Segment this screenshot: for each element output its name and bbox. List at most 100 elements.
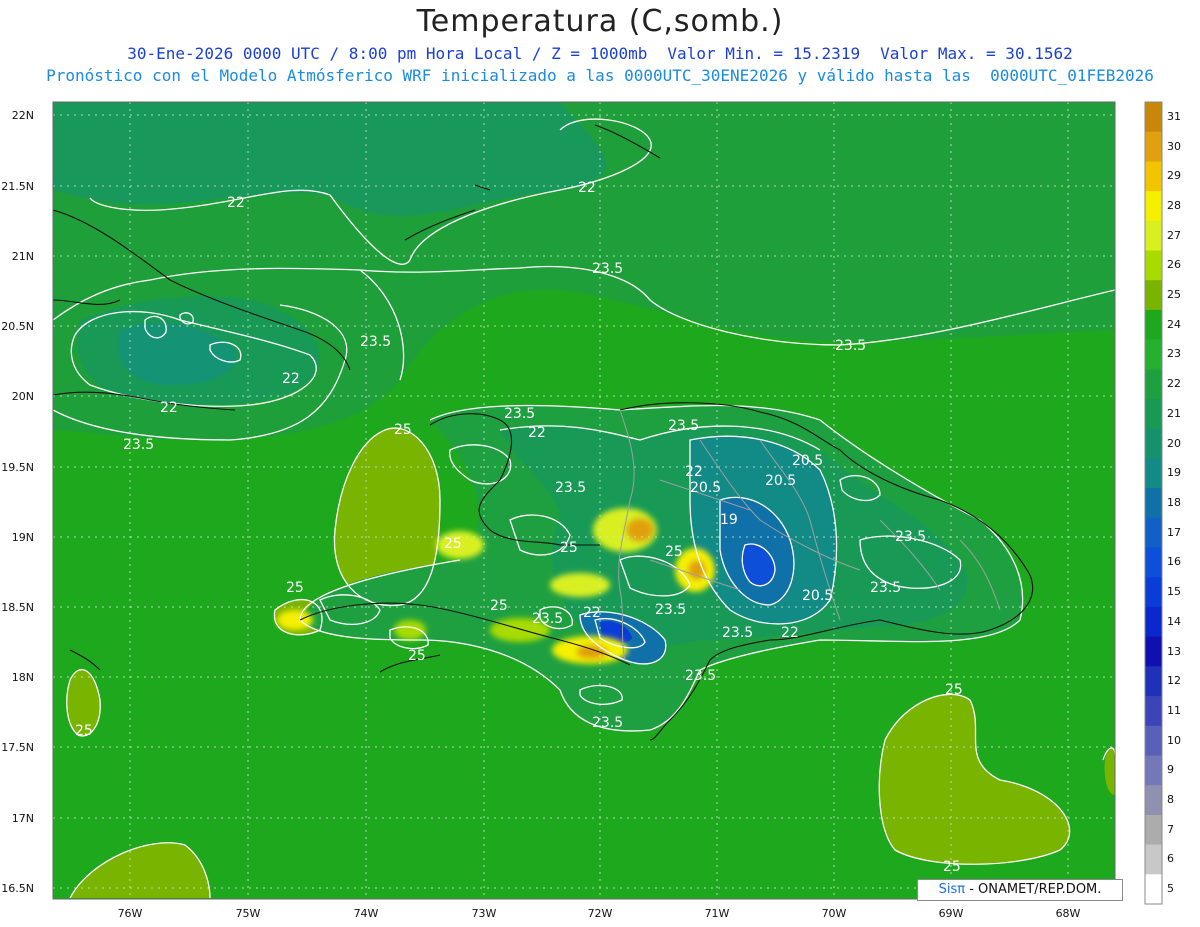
colorbar-swatch: [1145, 577, 1162, 608]
contour-label: 23.5: [123, 437, 154, 453]
colorbar-swatch: [1145, 666, 1162, 697]
colorbar-swatch: [1145, 785, 1162, 816]
contour-label: 20.5: [690, 480, 721, 496]
colorbar-label: 17: [1167, 525, 1181, 539]
contour-label: 23.5: [655, 602, 686, 618]
colorbar-label: 29: [1167, 169, 1181, 183]
colorbar-label: 21: [1167, 406, 1181, 420]
colorbar-label: 31: [1167, 109, 1181, 123]
colorbar-swatch: [1145, 458, 1162, 489]
lon-label: 73W: [471, 907, 497, 920]
contour-label: 25: [394, 422, 412, 438]
contour-label: 22: [685, 464, 703, 480]
lat-label: 20.5N: [1, 320, 34, 333]
contour-label: 23.5: [870, 580, 901, 596]
colorbar-swatch: [1145, 696, 1162, 727]
lat-label: 21N: [11, 250, 34, 263]
colorbar-swatch: [1145, 488, 1162, 519]
contour-label: 23.5: [504, 406, 535, 422]
colorbar-label: 16: [1167, 555, 1181, 569]
colorbar-swatch: [1145, 339, 1162, 370]
colorbar-swatch: [1145, 725, 1162, 756]
lat-label: 18.5N: [1, 601, 34, 614]
colorbar-label: 6: [1167, 852, 1174, 866]
colorbar-label: 20: [1167, 436, 1181, 450]
contour-label: 23.5: [668, 418, 699, 434]
contour-label: 22: [781, 625, 799, 641]
contour-label: 23.5: [360, 334, 391, 350]
colorbar-label: 25: [1167, 288, 1181, 302]
colorbar-label: 28: [1167, 198, 1181, 212]
lon-label: 70W: [821, 907, 847, 920]
colorbar-swatch: [1145, 874, 1162, 905]
colorbar-label: 27: [1167, 228, 1181, 242]
contour-label: 25: [943, 859, 961, 875]
temperature-map: 22 22 23.5 23.5 23.5 22 22 23.5 25 23.5 …: [52, 101, 1163, 905]
lon-label: 68W: [1055, 907, 1081, 920]
colorbar-label: 12: [1167, 674, 1181, 688]
colorbar-swatch: [1145, 309, 1162, 341]
colorbar-label: 19: [1167, 466, 1181, 480]
contour-label: 19: [720, 512, 738, 528]
contour-label: 25: [665, 544, 683, 560]
colorbar-swatch: [1145, 517, 1162, 549]
colorbar-swatch: [1145, 844, 1162, 875]
contour-label: 25: [75, 723, 93, 739]
colorbar-swatch: [1145, 250, 1162, 281]
contour-label: 23.5: [592, 715, 623, 731]
contour-label: 22: [528, 425, 546, 441]
colorbar-label: 8: [1167, 793, 1174, 807]
colorbar-swatch: [1145, 606, 1162, 638]
contour-label: 23.5: [722, 625, 753, 641]
colorbar-swatch: [1145, 369, 1162, 400]
colorbar-label: 15: [1167, 585, 1181, 599]
colorbar-label: 13: [1167, 644, 1181, 658]
lon-label: 71W: [704, 907, 730, 920]
hot-spot-westtip: [277, 610, 313, 630]
colorbar-label: 11: [1167, 703, 1181, 717]
contour-label: 25: [444, 536, 462, 552]
colorbar-swatch: [1145, 191, 1162, 222]
colorbar-swatch: [1145, 131, 1162, 162]
colorbar-label: 22: [1167, 377, 1181, 391]
contour-label: 25: [490, 598, 508, 614]
contour-label: 22: [583, 605, 601, 621]
colorbar-label: 30: [1167, 139, 1181, 153]
colorbar-swatch: [1145, 102, 1162, 133]
contour-label: 25: [408, 648, 426, 664]
colorbar-label: 14: [1167, 614, 1181, 628]
colorbar-swatch: [1145, 547, 1162, 578]
contour-label: 23.5: [555, 480, 586, 496]
colorbar-swatch: [1145, 161, 1162, 192]
colorbar-label: 10: [1167, 733, 1181, 747]
lat-label: 22N: [11, 109, 34, 122]
hot-spot-center: [550, 573, 610, 597]
lon-label: 75W: [235, 907, 261, 920]
colorbar-swatch: [1145, 399, 1162, 430]
contour-label: 23.5: [532, 611, 563, 627]
colorbar-swatch: [1145, 220, 1162, 252]
contour-label: 23.5: [835, 338, 866, 354]
colorbar-label: 23: [1167, 347, 1181, 361]
contour-label: 25: [286, 580, 304, 596]
lat-label: 19.5N: [1, 461, 34, 474]
lat-label: 21.5N: [1, 180, 34, 193]
credit-text: - ONAMET/REP.DOM.: [969, 882, 1102, 897]
lat-label: 16.5N: [1, 882, 34, 895]
contour-label: 25: [945, 682, 963, 698]
contour-label: 22: [578, 180, 596, 196]
lon-label: 69W: [938, 907, 964, 920]
lon-label: 76W: [117, 907, 143, 920]
colorbar-label: 24: [1167, 317, 1181, 331]
lat-label: 19N: [11, 531, 34, 544]
colorbar-label: 18: [1167, 496, 1181, 509]
contour-label: 23.5: [592, 261, 623, 277]
sispi-logo: Sisπ: [938, 882, 966, 897]
colorbar-swatch: [1145, 755, 1162, 786]
contour-label: 25: [560, 540, 578, 556]
lat-label: 17.5N: [1, 741, 34, 754]
colorbar-swatch: [1145, 636, 1162, 667]
lat-label: 17N: [11, 812, 34, 825]
colorbar-swatch: [1145, 814, 1162, 846]
contour-label: 22: [227, 195, 245, 211]
